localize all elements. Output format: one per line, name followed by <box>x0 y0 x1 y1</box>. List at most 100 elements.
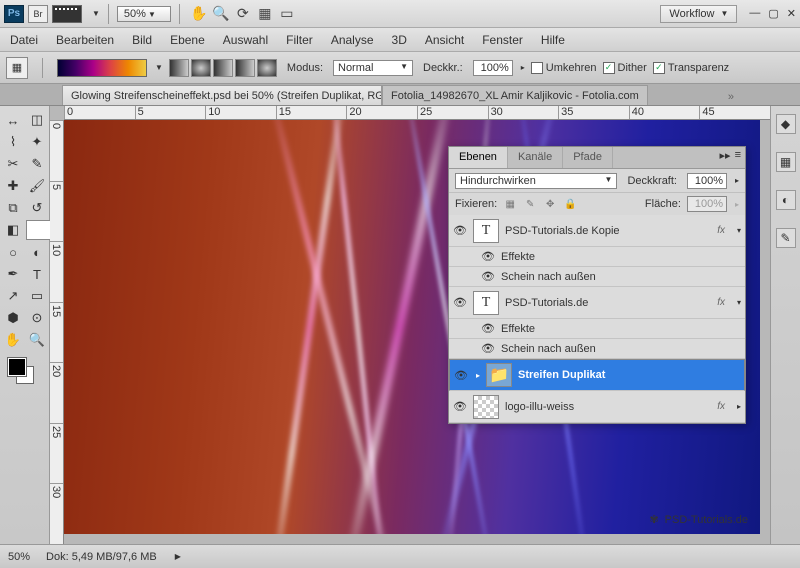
ruler-vertical: 051015202530 <box>50 120 64 544</box>
menu-ebene[interactable]: Ebene <box>170 33 205 47</box>
blend-mode-select[interactable]: Hindurchwirken▼ <box>455 173 617 189</box>
menu-auswahl[interactable]: Auswahl <box>223 33 268 47</box>
eyedropper-tool[interactable]: ✎ <box>26 154 48 174</box>
status-zoom[interactable]: 50% <box>8 551 30 563</box>
layer-fx-item[interactable]: 👁Schein nach außen <box>449 339 745 359</box>
tab-overflow-icon[interactable]: » <box>722 89 740 105</box>
tool-preset-icon[interactable]: ▦ <box>6 57 28 79</box>
document-tab[interactable]: Fotolia_14982670_XL Amir Kaljikovic - Fo… <box>382 85 648 105</box>
brush-tool[interactable]: 🖌 <box>26 176 48 196</box>
layer-row-selected[interactable]: 👁▸📁Streifen Duplikat <box>449 359 745 391</box>
gradient-type-group <box>169 59 277 77</box>
fill-value[interactable]: 100% <box>687 196 727 212</box>
tab-pfade[interactable]: Pfade <box>563 147 613 168</box>
tab-ebenen[interactable]: Ebenen <box>449 147 508 168</box>
layer-fx-head[interactable]: 👁Effekte <box>449 247 745 267</box>
blur-tool[interactable]: ○ <box>2 242 24 262</box>
panel-menu-icon[interactable]: ≡ <box>735 149 741 166</box>
layer-opacity[interactable]: 100% <box>687 173 727 189</box>
dock-swatches-icon[interactable]: ▦ <box>776 152 796 172</box>
gradient-radial[interactable] <box>191 59 211 77</box>
tab-kanaele[interactable]: Kanäle <box>508 147 563 168</box>
hand-icon[interactable]: ✋ <box>190 5 208 23</box>
gradient-preview[interactable] <box>57 59 147 77</box>
menu-datei[interactable]: Datei <box>10 33 38 47</box>
hand-tool[interactable]: ✋ <box>2 330 24 350</box>
layers-panel: Ebenen Kanäle Pfade ▸▸≡ Hindurchwirken▼ … <box>448 146 746 424</box>
gradient-reflected[interactable] <box>235 59 255 77</box>
menu-analyse[interactable]: Analyse <box>331 33 374 47</box>
lock-label: Fixieren: <box>455 198 497 210</box>
menu-bild[interactable]: Bild <box>132 33 152 47</box>
3d-tool[interactable]: ⬢ <box>2 308 24 328</box>
layers-list: 👁TPSD-Tutorials.de Kopiefx▾ 👁Effekte 👁Sc… <box>449 215 745 423</box>
title-bar: Ps Br ▼ 50%▼ ✋ 🔍 ⟳ ▦ ▭ Workflow▼ — ▢ ✕ <box>0 0 800 28</box>
minimize-button[interactable]: — <box>749 7 760 20</box>
zoom-tool[interactable]: 🔍 <box>26 330 48 350</box>
move-tool[interactable]: ↔ <box>2 110 24 130</box>
options-bar: ▦ ▼ Modus: Normal▼ Deckkr.: 100%▸ Umkehr… <box>0 52 800 84</box>
menu-bar: Datei Bearbeiten Bild Ebene Auswahl Filt… <box>0 28 800 52</box>
gradient-linear[interactable] <box>169 59 189 77</box>
3d-camera-tool[interactable]: ⊙ <box>26 308 48 328</box>
lock-position-icon[interactable]: ✥ <box>543 197 557 211</box>
screenmode-icon[interactable]: ▭ <box>278 5 296 23</box>
opacity-value[interactable]: 100% <box>473 60 513 76</box>
type-tool[interactable]: T <box>26 264 48 284</box>
mode-select[interactable]: Normal▼ <box>333 60 413 76</box>
layer-fx-item[interactable]: 👁Schein nach außen <box>449 267 745 287</box>
layer-row[interactable]: 👁TPSD-Tutorials.de Kopiefx▾ <box>449 215 745 247</box>
menu-ansicht[interactable]: Ansicht <box>425 33 464 47</box>
heal-tool[interactable]: ✚ <box>2 176 24 196</box>
dock-color-icon[interactable]: ◆ <box>776 114 796 134</box>
maximize-button[interactable]: ▢ <box>768 7 778 20</box>
dropdown-icon[interactable]: ▼ <box>92 9 100 18</box>
eraser-tool[interactable]: ◧ <box>2 220 24 240</box>
transparency-check[interactable]: ✓Transparenz <box>653 62 729 74</box>
document-tab-active[interactable]: Glowing Streifenscheineffekt.psd bei 50%… <box>62 85 382 105</box>
opacity-label: Deckkraft: <box>627 175 677 187</box>
lock-all-icon[interactable]: 🔒 <box>563 197 577 211</box>
minibridge-icon[interactable] <box>52 5 82 23</box>
history-brush-tool[interactable]: ↺ <box>26 198 48 218</box>
layer-fx-head[interactable]: 👁Effekte <box>449 319 745 339</box>
crop-tool[interactable]: ✂ <box>2 154 24 174</box>
bridge-icon[interactable]: Br <box>28 5 48 23</box>
lasso-tool[interactable]: ⌇ <box>2 132 24 152</box>
path-tool[interactable]: ↗ <box>2 286 24 306</box>
stamp-tool[interactable]: ⧉ <box>2 198 24 218</box>
menu-bearbeiten[interactable]: Bearbeiten <box>56 33 114 47</box>
dock-adjustments-icon[interactable]: ◐ <box>776 190 796 210</box>
pen-tool[interactable]: ✒ <box>2 264 24 284</box>
layer-row[interactable]: 👁logo-illu-weissfx▸ <box>449 391 745 423</box>
zoom-icon[interactable]: 🔍 <box>212 5 230 23</box>
workspace-switcher[interactable]: Workflow▼ <box>660 5 737 23</box>
visibility-icon[interactable]: 👁 <box>453 224 467 237</box>
gradient-angle[interactable] <box>213 59 233 77</box>
photoshop-icon: Ps <box>4 5 24 23</box>
layer-row[interactable]: 👁TPSD-Tutorials.defx▾ <box>449 287 745 319</box>
wand-tool[interactable]: ✦ <box>26 132 48 152</box>
lock-pixels-icon[interactable]: ✎ <box>523 197 537 211</box>
dither-check[interactable]: ✓Dither <box>603 62 647 74</box>
panel-collapse-icon[interactable]: ▸▸ <box>720 149 731 166</box>
menu-fenster[interactable]: Fenster <box>482 33 523 47</box>
dodge-tool[interactable]: ◐ <box>26 242 48 262</box>
ruler-horizontal: 051015202530354045 <box>64 106 770 120</box>
fill-label: Fläche: <box>645 198 681 210</box>
reverse-check[interactable]: Umkehren <box>531 62 597 74</box>
arrange-icon[interactable]: ▦ <box>256 5 274 23</box>
rotate-icon[interactable]: ⟳ <box>234 5 252 23</box>
menu-hilfe[interactable]: Hilfe <box>541 33 565 47</box>
mode-label: Modus: <box>287 62 323 74</box>
lock-transparency-icon[interactable]: ▦ <box>503 197 517 211</box>
menu-3d[interactable]: 3D <box>392 33 407 47</box>
dock-styles-icon[interactable]: ✎ <box>776 228 796 248</box>
zoom-selector[interactable]: 50%▼ <box>117 6 171 22</box>
marquee-tool[interactable]: ◫ <box>26 110 48 130</box>
close-button[interactable]: ✕ <box>787 7 796 20</box>
menu-filter[interactable]: Filter <box>286 33 313 47</box>
status-doc[interactable]: Dok: 5,49 MB/97,6 MB <box>46 551 157 563</box>
gradient-diamond[interactable] <box>257 59 277 77</box>
shape-tool[interactable]: ▭ <box>26 286 48 306</box>
